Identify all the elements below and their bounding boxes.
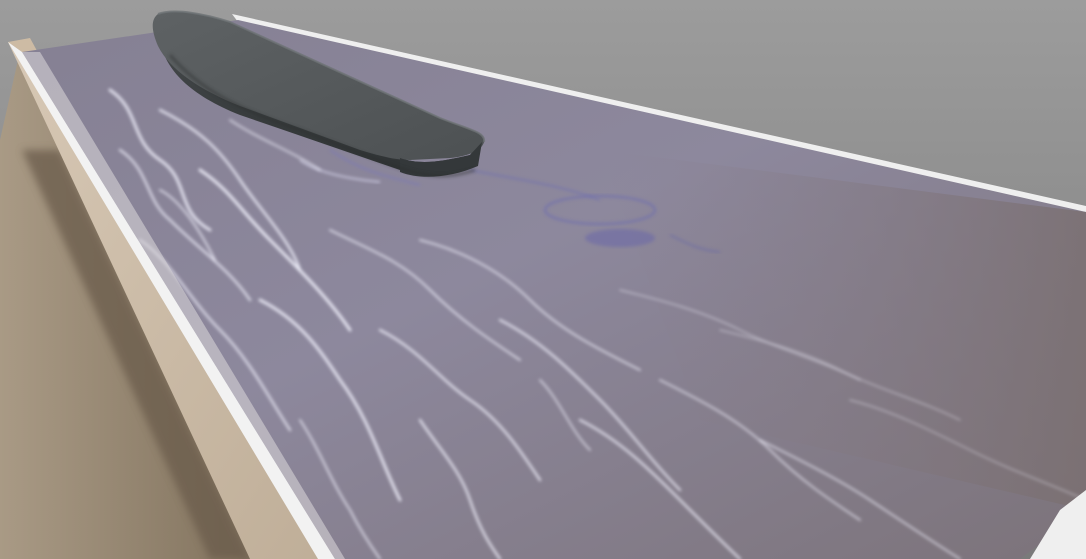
wave-tank-scene [0,0,1086,559]
simulation-viewport[interactable] [0,0,1086,559]
